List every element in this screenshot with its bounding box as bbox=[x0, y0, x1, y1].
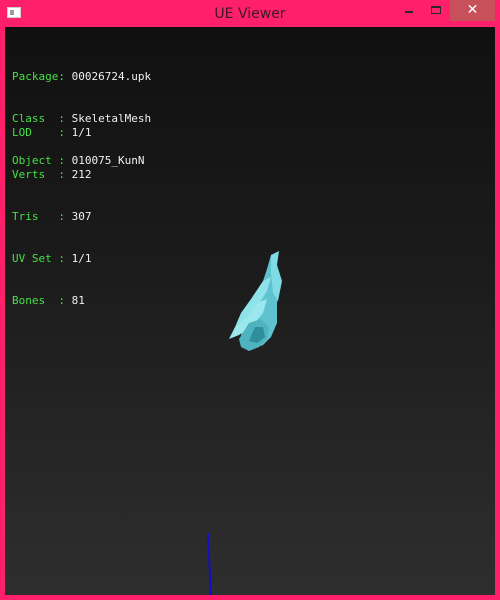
close-button[interactable]: ✕ bbox=[450, 0, 495, 21]
minimize-icon bbox=[405, 11, 413, 13]
ue-viewer-window: UE Viewer ✕ Package: 00026724.upk Class … bbox=[0, 0, 500, 600]
maximize-icon bbox=[431, 6, 441, 14]
title-bar[interactable]: UE Viewer ✕ bbox=[0, 0, 500, 26]
maximize-button[interactable] bbox=[423, 0, 449, 21]
skeletal-mesh-model[interactable] bbox=[229, 251, 282, 351]
mesh-render[interactable] bbox=[5, 27, 495, 595]
minimize-button[interactable] bbox=[396, 0, 422, 21]
3d-viewport[interactable]: Package: 00026724.upk Class : SkeletalMe… bbox=[5, 27, 495, 595]
close-icon: ✕ bbox=[466, 2, 479, 18]
axis-line bbox=[207, 532, 212, 595]
